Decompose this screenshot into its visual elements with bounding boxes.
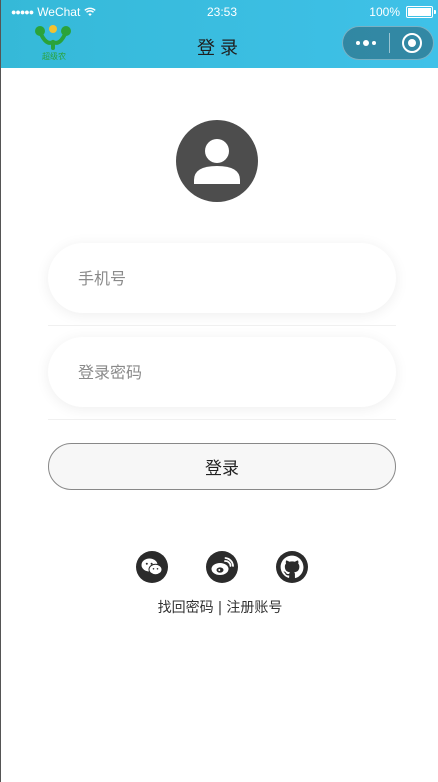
- wifi-icon: [84, 7, 97, 16]
- phone-input[interactable]: [78, 268, 396, 288]
- user-icon: [194, 139, 240, 184]
- signal-icon: ●●●●●: [11, 7, 34, 17]
- mini-program-capsule: [342, 26, 434, 60]
- battery-icon: [406, 6, 436, 18]
- link-divider: |: [217, 600, 223, 616]
- wechat-icon: [141, 558, 163, 576]
- target-dot: [407, 39, 416, 47]
- login-button[interactable]: 登录: [48, 443, 396, 490]
- phone-field: [48, 243, 396, 313]
- dot-icon: [356, 41, 360, 45]
- status-bar: ●●●●● WeChat 23:53 100%: [11, 4, 436, 20]
- find-password-link[interactable]: 找回密码: [158, 600, 214, 616]
- password-field: [48, 337, 396, 407]
- dot-icon: [363, 40, 369, 46]
- avatar: [176, 120, 258, 202]
- divider: [48, 325, 396, 326]
- weibo-icon: [211, 557, 234, 575]
- account-links: 找回密码 | 注册账号: [1, 597, 438, 617]
- divider: [48, 419, 396, 420]
- carrier-label: WeChat: [37, 5, 81, 19]
- status-left: ●●●●● WeChat: [11, 5, 97, 19]
- dot-icon: [372, 41, 376, 45]
- status-right: 100%: [369, 5, 436, 19]
- target-icon: [401, 33, 422, 53]
- wechat-login-button[interactable]: [136, 551, 168, 583]
- password-input[interactable]: [78, 362, 396, 382]
- github-login-button[interactable]: [276, 551, 308, 583]
- battery-fill: [408, 8, 431, 16]
- more-button[interactable]: [343, 27, 389, 59]
- github-icon: [280, 555, 304, 579]
- register-link[interactable]: 注册账号: [226, 600, 282, 616]
- battery-percent: 100%: [369, 5, 400, 19]
- weibo-login-button[interactable]: [206, 551, 238, 583]
- header-bar: ●●●●● WeChat 23:53 100% 超级农 登录: [1, 0, 438, 68]
- close-button[interactable]: [390, 27, 433, 59]
